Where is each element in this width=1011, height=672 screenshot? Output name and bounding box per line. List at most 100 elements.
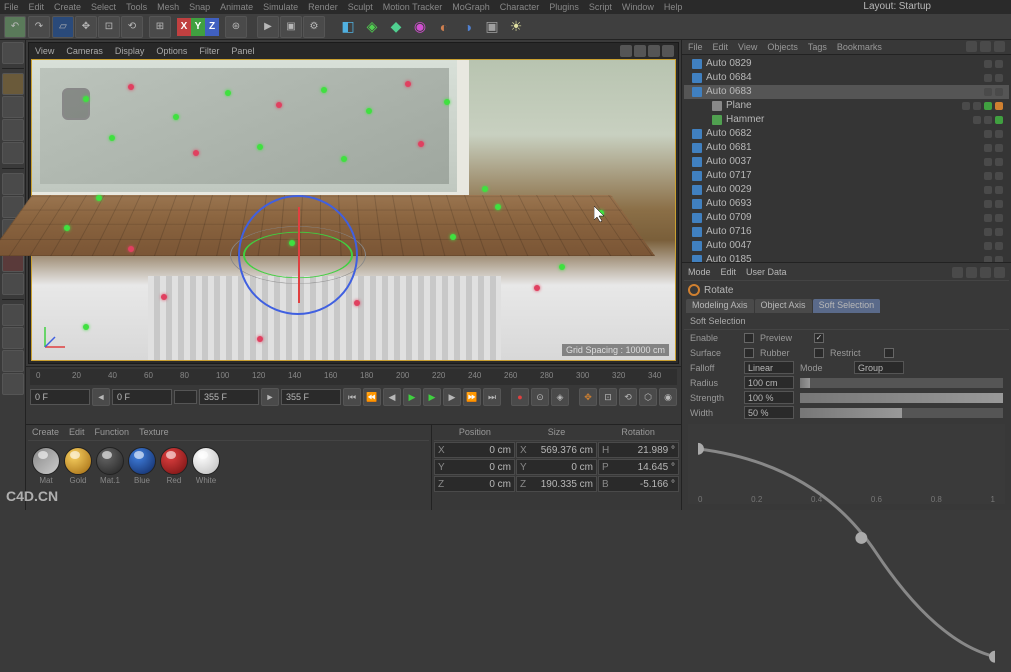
tl-step-back[interactable]: ⏪ bbox=[363, 388, 381, 406]
timeline-ruler[interactable]: 0204060801001201401601802002202402602803… bbox=[30, 369, 677, 385]
scale-tool[interactable]: ⊡ bbox=[98, 16, 120, 38]
visibility-editor-icon[interactable] bbox=[984, 172, 992, 180]
tree-item-auto-0029[interactable]: Auto 0029 bbox=[684, 183, 1009, 197]
slider-strength[interactable] bbox=[800, 393, 1003, 403]
mat-tab-edit[interactable]: Edit bbox=[69, 427, 85, 440]
om-path-icon[interactable] bbox=[994, 41, 1005, 52]
om-bookmarks[interactable]: Bookmarks bbox=[837, 42, 882, 52]
prim-light[interactable]: ☀ bbox=[505, 16, 527, 38]
object-tree[interactable]: Auto 0829Auto 0684Auto 0683PlaneHammerAu… bbox=[682, 55, 1011, 263]
mat-tab-create[interactable]: Create bbox=[32, 427, 59, 440]
prim-cam[interactable]: ▣ bbox=[481, 16, 503, 38]
tl-end-frame[interactable]: 355 F bbox=[199, 389, 259, 405]
tracker-point[interactable] bbox=[193, 150, 199, 156]
attr-back-icon[interactable] bbox=[952, 267, 963, 278]
menu-simulate[interactable]: Simulate bbox=[263, 2, 298, 12]
visibility-render-icon[interactable] bbox=[995, 172, 1003, 180]
tl-scale-key[interactable]: ⊡ bbox=[599, 388, 617, 406]
tracker-point[interactable] bbox=[444, 99, 450, 105]
tracker-point[interactable] bbox=[482, 186, 488, 192]
field-width[interactable]: 50 % bbox=[744, 406, 794, 419]
tree-item-auto-0716[interactable]: Auto 0716 bbox=[684, 225, 1009, 239]
coord-rot[interactable]: H21.989 ° bbox=[598, 442, 679, 458]
menu-tools[interactable]: Tools bbox=[126, 2, 147, 12]
menu-select[interactable]: Select bbox=[91, 2, 116, 12]
visibility-render-icon[interactable] bbox=[995, 186, 1003, 194]
menu-script[interactable]: Script bbox=[589, 2, 612, 12]
viewport[interactable]: View Cameras Display Options Filter Pane… bbox=[28, 42, 679, 364]
tl-param-key[interactable]: ⬡ bbox=[639, 388, 657, 406]
tracker-point[interactable] bbox=[559, 264, 565, 270]
falloff-curve[interactable]: 00.20.40.60.81 bbox=[688, 424, 1005, 504]
material-mat.1[interactable]: Mat.1 bbox=[96, 447, 124, 485]
tree-item-auto-0683[interactable]: Auto 0683 bbox=[684, 85, 1009, 99]
last-tool[interactable]: ⊞ bbox=[149, 16, 171, 38]
tl-autokey[interactable]: ⊙ bbox=[531, 388, 549, 406]
workplane-mode[interactable] bbox=[2, 142, 24, 164]
om-file[interactable]: File bbox=[688, 42, 703, 52]
attr-mode[interactable]: Mode bbox=[688, 267, 711, 278]
tree-item-auto-0037[interactable]: Auto 0037 bbox=[684, 155, 1009, 169]
tab-soft-selection[interactable]: Soft Selection bbox=[813, 299, 881, 313]
visibility-render-icon[interactable] bbox=[995, 74, 1003, 82]
om-search-icon[interactable] bbox=[966, 41, 977, 52]
visibility-editor-icon[interactable] bbox=[962, 102, 970, 110]
prim-array[interactable]: ◉ bbox=[409, 16, 431, 38]
tl-next-key[interactable]: ► bbox=[261, 388, 279, 406]
vp-cameras[interactable]: Cameras bbox=[66, 46, 103, 56]
visibility-render-icon[interactable] bbox=[995, 200, 1003, 208]
visibility-editor-icon[interactable] bbox=[984, 60, 992, 68]
visibility-editor-icon[interactable] bbox=[984, 88, 992, 96]
tree-item-auto-0682[interactable]: Auto 0682 bbox=[684, 127, 1009, 141]
menu-plugins[interactable]: Plugins bbox=[549, 2, 579, 12]
tree-item-auto-0829[interactable]: Auto 0829 bbox=[684, 57, 1009, 71]
timeline-scrub[interactable] bbox=[174, 390, 197, 404]
tracker-point[interactable] bbox=[354, 300, 360, 306]
tree-item-auto-0709[interactable]: Auto 0709 bbox=[684, 211, 1009, 225]
visibility-render-icon[interactable] bbox=[995, 88, 1003, 96]
check-preview[interactable] bbox=[814, 333, 824, 343]
visibility-render-icon[interactable] bbox=[995, 130, 1003, 138]
tracker-point[interactable] bbox=[257, 336, 263, 342]
tag-icon[interactable] bbox=[984, 102, 992, 110]
viewport-nav-icons[interactable] bbox=[620, 45, 674, 57]
tl-goto-start[interactable]: ⏮ bbox=[343, 388, 361, 406]
menu-animate[interactable]: Animate bbox=[220, 2, 253, 12]
axis-lock[interactable]: XYZ bbox=[177, 18, 219, 36]
field-strength[interactable]: 100 % bbox=[744, 391, 794, 404]
coord-size[interactable]: Y0 cm bbox=[516, 459, 597, 475]
texture-mode[interactable] bbox=[2, 119, 24, 141]
tracker-point[interactable] bbox=[598, 210, 604, 216]
field-radius[interactable]: 100 cm bbox=[744, 376, 794, 389]
visibility-render-icon[interactable] bbox=[995, 214, 1003, 222]
tree-item-auto-0681[interactable]: Auto 0681 bbox=[684, 141, 1009, 155]
menu-render[interactable]: Render bbox=[308, 2, 338, 12]
visibility-editor-icon[interactable] bbox=[984, 200, 992, 208]
menu-mesh[interactable]: Mesh bbox=[157, 2, 179, 12]
tracker-point[interactable] bbox=[225, 90, 231, 96]
attr-edit[interactable]: Edit bbox=[721, 267, 737, 278]
visibility-render-icon[interactable] bbox=[995, 60, 1003, 68]
tl-pla-key[interactable]: ◉ bbox=[659, 388, 677, 406]
field-falloff[interactable]: Linear bbox=[744, 361, 794, 374]
tl-frame-fwd[interactable]: ▶ bbox=[443, 388, 461, 406]
menu-help[interactable]: Help bbox=[664, 2, 683, 12]
check-restrict[interactable] bbox=[884, 348, 894, 358]
visibility-editor-icon[interactable] bbox=[984, 228, 992, 236]
undo-button[interactable]: ↶ bbox=[4, 16, 26, 38]
tree-item-auto-0185[interactable]: Auto 0185 bbox=[684, 253, 1009, 263]
object-mode[interactable] bbox=[2, 96, 24, 118]
render-settings[interactable]: ⚙ bbox=[303, 16, 325, 38]
visibility-render-icon[interactable] bbox=[995, 158, 1003, 166]
workplane-lock[interactable] bbox=[2, 350, 24, 372]
tl-rot-key[interactable]: ⟲ bbox=[619, 388, 637, 406]
tracker-point[interactable] bbox=[161, 294, 167, 300]
visibility-render-icon[interactable] bbox=[973, 102, 981, 110]
menu-create[interactable]: Create bbox=[54, 2, 81, 12]
tracker-point[interactable] bbox=[450, 234, 456, 240]
viewport-solo[interactable] bbox=[2, 273, 24, 295]
tl-play-fwd[interactable]: ▶ bbox=[423, 388, 441, 406]
visibility-render-icon[interactable] bbox=[984, 116, 992, 124]
mat-tab-function[interactable]: Function bbox=[95, 427, 130, 440]
tl-pos-key[interactable]: ✥ bbox=[579, 388, 597, 406]
